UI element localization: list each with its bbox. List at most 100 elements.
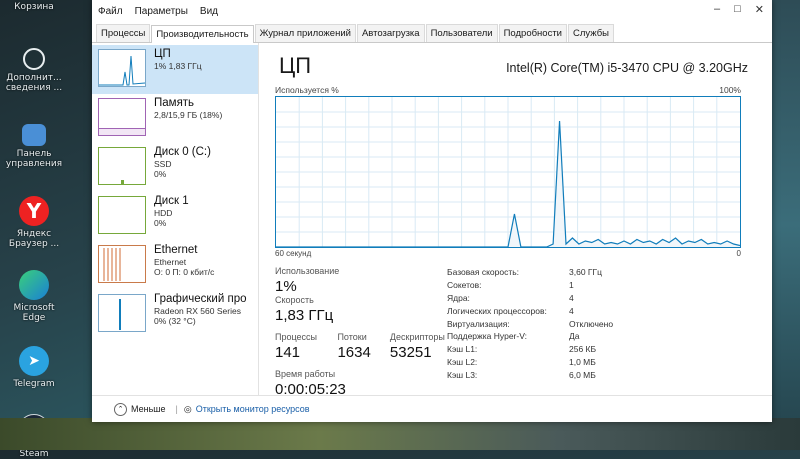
desktop-item-control-panel[interactable]: Панель управления xyxy=(4,124,64,169)
tab-users[interactable]: Пользователи xyxy=(425,24,498,42)
spec-row: Базовая скорость: 3,60 ГГц xyxy=(447,266,613,279)
sidebar-item-detail: О: 0 П: 0 кбит/с xyxy=(154,267,215,277)
desktop-item-label: Яндекс Браузер ... xyxy=(8,229,60,249)
sidebar-item-ethernet[interactable]: Ethernet Ethernet О: 0 П: 0 кбит/с xyxy=(92,241,258,290)
telegram-icon: ➤ xyxy=(19,346,49,376)
desktop-icon-column: Корзина Дополнит... сведения ... Панель … xyxy=(0,0,95,459)
desktop-wallpaper-right xyxy=(772,0,800,450)
sidebar-item-detail: HDD xyxy=(154,208,173,218)
tab-services[interactable]: Службы xyxy=(568,24,614,42)
spec-value: 3,60 ГГц xyxy=(569,267,602,278)
sidebar-item-detail: 0% (32 °C) xyxy=(154,316,196,326)
sidebar-item-title: Диск 0 (C:) xyxy=(154,146,211,158)
spec-value: 6,0 МБ xyxy=(569,369,596,380)
graph-x-label: 60 секунд xyxy=(275,249,312,258)
cpu-usage-graph xyxy=(275,96,741,248)
spec-value: 1 xyxy=(569,280,574,291)
disk0-spike xyxy=(121,180,124,184)
handles-value: 53251 xyxy=(389,344,432,361)
usage-value: 1% xyxy=(275,278,297,295)
handles-label: Дескрипторы xyxy=(389,332,445,342)
sidebar-item-detail: Radeon RX 560 Series xyxy=(154,306,241,316)
spec-row: Логических процессоров: 4 xyxy=(447,304,613,317)
sidebar-item-detail: 1% 1,83 ГГц xyxy=(154,61,202,71)
sidebar-item-cpu[interactable]: ЦП 1% 1,83 ГГц xyxy=(92,45,258,94)
tab-strip: Процессы Производительность Журнал прило… xyxy=(92,22,772,43)
processes-label: Процессы xyxy=(275,332,318,342)
spec-key: Виртуализация: xyxy=(447,318,510,329)
spec-value: Отключено xyxy=(569,318,614,329)
cpu-usage-graph-svg xyxy=(276,97,741,248)
spec-row: Ядра: 4 xyxy=(447,292,613,305)
desktop-item-label: Steam xyxy=(19,449,49,459)
ethernet-bars xyxy=(103,248,121,281)
open-resource-monitor-link[interactable]: Открыть монитор ресурсов xyxy=(196,404,310,414)
desktop-item-extra-info[interactable]: Дополнит... сведения ... xyxy=(4,48,64,93)
spec-key: Кэш L1: xyxy=(447,344,478,355)
tab-processes[interactable]: Процессы xyxy=(96,24,151,42)
yandex-browser-icon: Y xyxy=(19,196,49,226)
menu-file[interactable]: Файл xyxy=(98,6,123,17)
minimize-icon[interactable]: – xyxy=(714,3,720,16)
spec-row: Кэш L1: 256 КБ xyxy=(447,343,613,356)
desktop-item-recycle-bin[interactable]: Корзина xyxy=(4,2,64,12)
desktop-item-label: Telegram xyxy=(13,379,55,389)
desktop-item-telegram[interactable]: ➤ Telegram xyxy=(4,346,64,389)
disk1-thumbnail-graph xyxy=(98,196,146,234)
sidebar-item-disk0[interactable]: Диск 0 (C:) SSD 0% xyxy=(92,143,258,192)
tab-app-history[interactable]: Журнал приложений xyxy=(254,24,356,42)
sidebar-item-title: Ethernet xyxy=(154,244,198,256)
cpu-stats: Использование 1% Скорость 1,83 ГГц Проце… xyxy=(275,266,754,406)
tab-details[interactable]: Подробности xyxy=(498,24,567,42)
ethernet-thumbnail-graph xyxy=(98,245,146,283)
desktop-item-edge[interactable]: Microsoft Edge xyxy=(4,270,64,323)
resource-monitor-icon: ◎ xyxy=(183,403,192,414)
cpu-detail-panel: ЦП Intel(R) Core(TM) i5-3470 CPU @ 3.20G… xyxy=(259,43,772,398)
menu-view[interactable]: Вид xyxy=(200,6,218,17)
desktop-item-label: Корзина xyxy=(14,2,54,12)
threads-label: Потоки xyxy=(337,332,367,342)
gpu-thumbnail-graph xyxy=(98,294,146,332)
close-icon[interactable]: ✕ xyxy=(755,3,764,16)
speed-label: Скорость xyxy=(275,295,314,305)
menu-bar: Файл Параметры Вид xyxy=(92,0,772,22)
spec-key: Сокетов: xyxy=(447,280,482,291)
spec-value: Да xyxy=(569,331,580,342)
desktop-item-label: Microsoft Edge xyxy=(13,303,55,323)
sidebar-item-disk1[interactable]: Диск 1 HDD 0% xyxy=(92,192,258,241)
sidebar-item-detail: 0% xyxy=(154,169,167,179)
sidebar-item-detail: 0% xyxy=(154,218,167,228)
sidebar-item-gpu[interactable]: Графический про Radeon RX 560 Series 0% … xyxy=(92,290,258,339)
menu-options[interactable]: Параметры xyxy=(135,6,188,17)
sidebar-item-title: Память xyxy=(154,97,195,109)
fewer-details-link[interactable]: Меньше xyxy=(131,404,166,414)
chevron-up-icon[interactable]: ⌃ xyxy=(114,402,127,416)
resource-sidebar: ЦП 1% 1,83 ГГц Память 2,8/15,9 ГБ (18%) xyxy=(92,43,259,396)
threads-value: 1634 xyxy=(337,344,371,361)
task-manager-window: Файл Параметры Вид – □ ✕ Процессы Произв… xyxy=(92,0,772,422)
sidebar-item-memory[interactable]: Память 2,8/15,9 ГБ (18%) xyxy=(92,94,258,143)
cpu-model-name: Intel(R) Core(TM) i5-3470 CPU @ 3.20GHz xyxy=(506,61,748,75)
desktop-item-yandex[interactable]: Y Яндекс Браузер ... xyxy=(4,196,64,249)
performance-content: ЦП 1% 1,83 ГГц Память 2,8/15,9 ГБ (18%) xyxy=(92,43,772,398)
maximize-icon[interactable]: □ xyxy=(734,3,741,16)
spec-key: Ядра: xyxy=(447,292,470,303)
spec-key: Кэш L3: xyxy=(447,369,478,380)
cpu-specs: Базовая скорость: 3,60 ГГц Сокетов: 1 Ядра… xyxy=(447,266,613,406)
spec-row: Виртуализация: Отключено xyxy=(447,317,613,330)
processes-value: 141 xyxy=(275,344,301,361)
memory-thumbnail-graph xyxy=(98,98,146,136)
info-icon xyxy=(23,48,45,70)
usage-label: Использование xyxy=(275,266,340,276)
desktop-item-label: Дополнит... сведения ... xyxy=(5,73,63,93)
sidebar-item-title: ЦП xyxy=(154,48,171,60)
speed-value: 1,83 ГГц xyxy=(275,307,334,324)
graph-y-label: Используется % xyxy=(275,85,339,95)
tab-performance[interactable]: Производительность xyxy=(151,25,254,43)
tab-startup[interactable]: Автозагрузка xyxy=(356,24,425,42)
spec-key: Базовая скорость: xyxy=(447,267,520,278)
spec-value: 1,0 МБ xyxy=(569,356,596,367)
spec-row: Кэш L3: 6,0 МБ xyxy=(447,368,613,381)
spec-value: 4 xyxy=(569,305,574,316)
sidebar-item-detail: SSD xyxy=(154,159,172,169)
